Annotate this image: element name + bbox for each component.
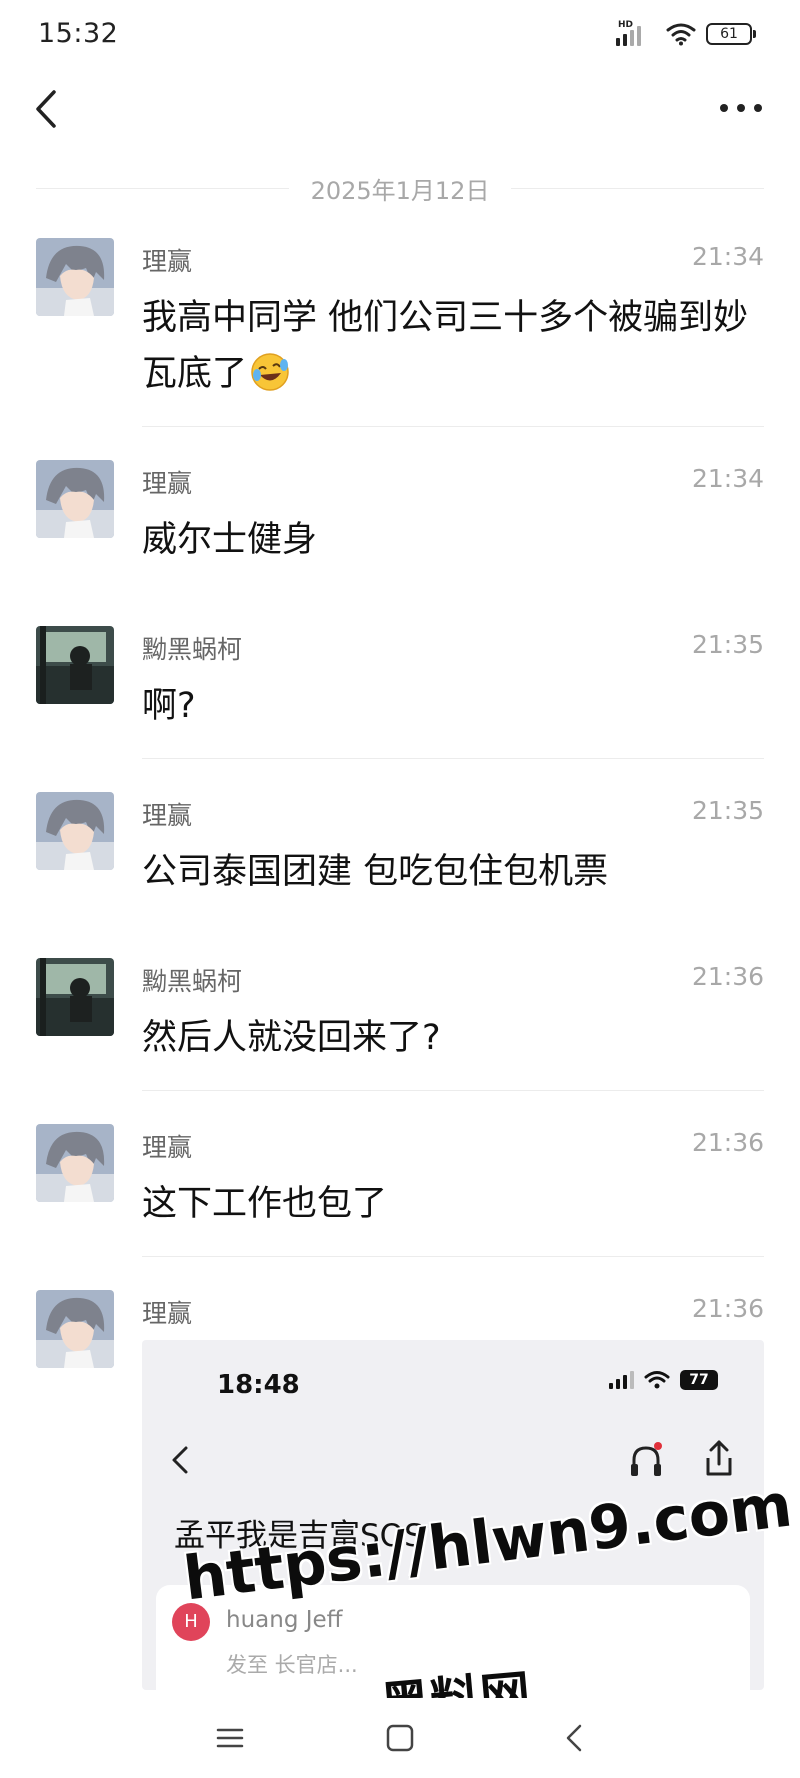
embedded-status-icons: 77 <box>609 1370 718 1390</box>
wifi-icon <box>644 1371 670 1389</box>
message-separator <box>142 426 764 427</box>
message-time: 21:34 <box>691 242 764 271</box>
message-text[interactable]: 威尔士健身 <box>142 512 762 568</box>
more-dots-icon[interactable] <box>716 88 766 128</box>
sender-name: 理赢 <box>142 801 193 830</box>
share-icon <box>706 1440 732 1476</box>
message-item[interactable]: 理赢 21:34 我高中同学 他们公司三十多个被骗到妙瓦底了 <box>0 238 800 428</box>
chevron-left-icon[interactable] <box>26 84 66 134</box>
message-item[interactable]: 黝黑蜗柯 21:36 然后人就没回来了? <box>0 958 800 1078</box>
embedded-sender: huang Jeff <box>226 1607 343 1633</box>
chat-page: 15:32 HD 61 2025年1月12日 理赢 21:34 我高中同学 他们… <box>0 0 800 1778</box>
embedded-status-time: 18:48 <box>217 1370 300 1400</box>
sender-avatar: H <box>172 1603 210 1641</box>
message-text[interactable]: 啊? <box>142 678 762 734</box>
battery-icon: 77 <box>680 1370 718 1390</box>
system-nav-bar <box>0 1698 800 1778</box>
anime-boy-avatar[interactable] <box>36 460 114 538</box>
sender-name: 理赢 <box>142 247 193 276</box>
embedded-email-card: H huang Jeff 发至 长官店... <box>156 1585 750 1690</box>
cellular-signal-icon: HD <box>616 20 656 48</box>
status-time: 15:32 <box>38 18 119 49</box>
message-item[interactable]: 理赢 21:35 公司泰国团建 包吃包住包机票 <box>0 792 800 912</box>
rolling-on-floor-laughing-emoji <box>251 353 289 391</box>
message-separator <box>142 1256 764 1257</box>
chevron-left-icon <box>172 1446 188 1474</box>
wifi-icon <box>666 23 696 46</box>
anime-boy-avatar[interactable] <box>36 238 114 316</box>
status-bar: 15:32 HD 61 <box>0 0 800 70</box>
message-time: 21:36 <box>691 962 764 991</box>
message-text[interactable]: 然后人就没回来了? <box>142 1010 762 1066</box>
message-item[interactable]: 黝黑蜗柯 21:35 啊? <box>0 626 800 746</box>
status-icons: HD 61 <box>616 18 756 50</box>
anime-boy-avatar[interactable] <box>36 792 114 870</box>
battery-icon: 61 <box>706 23 756 45</box>
message-separator <box>142 758 764 759</box>
chat-header <box>0 70 800 150</box>
message-time: 21:35 <box>691 796 764 825</box>
embedded-screenshot-image[interactable]: 18:48 77 孟平我是吉富SOS H huang Jeff 发至 长官店..… <box>142 1340 764 1690</box>
embedded-subtitle: 发至 长官店... <box>226 1653 358 1677</box>
message-text[interactable]: 我高中同学 他们公司三十多个被骗到妙瓦底了 <box>142 290 762 402</box>
message-item[interactable]: 理赢 21:36 <box>0 1290 800 1368</box>
headphone-icon <box>631 1442 662 1476</box>
date-divider: 2025年1月12日 <box>36 168 765 208</box>
car-window-avatar[interactable] <box>36 626 114 704</box>
message-time: 21:35 <box>691 630 764 659</box>
anime-boy-avatar[interactable] <box>36 1290 114 1368</box>
menu-lines-icon[interactable] <box>210 1720 250 1756</box>
message-time: 21:34 <box>691 464 764 493</box>
message-item[interactable]: 理赢 21:34 威尔士健身 <box>0 460 800 580</box>
sender-name: 理赢 <box>142 1133 193 1162</box>
message-text[interactable]: 这下工作也包了 <box>142 1176 762 1232</box>
car-window-avatar[interactable] <box>36 958 114 1036</box>
message-text-content: 我高中同学 他们公司三十多个被骗到妙瓦底了 <box>142 298 749 394</box>
sender-name: 理赢 <box>142 469 193 498</box>
date-label: 2025年1月12日 <box>310 176 490 205</box>
message-separator <box>142 1090 764 1091</box>
sender-name: 理赢 <box>142 1299 193 1328</box>
message-text[interactable]: 公司泰国团建 包吃包住包机票 <box>142 844 762 900</box>
home-square-icon[interactable] <box>380 1720 420 1756</box>
message-item[interactable]: 理赢 21:36 这下工作也包了 <box>0 1124 800 1244</box>
anime-boy-avatar[interactable] <box>36 1124 114 1202</box>
message-time: 21:36 <box>691 1128 764 1157</box>
message-time: 21:36 <box>691 1294 764 1323</box>
signal-icon <box>609 1371 634 1389</box>
sender-name: 黝黑蜗柯 <box>142 635 243 664</box>
sender-name: 黝黑蜗柯 <box>142 967 243 996</box>
back-chevron-icon[interactable] <box>556 1720 596 1756</box>
embedded-title: 孟平我是吉富SOS <box>174 1518 424 1554</box>
